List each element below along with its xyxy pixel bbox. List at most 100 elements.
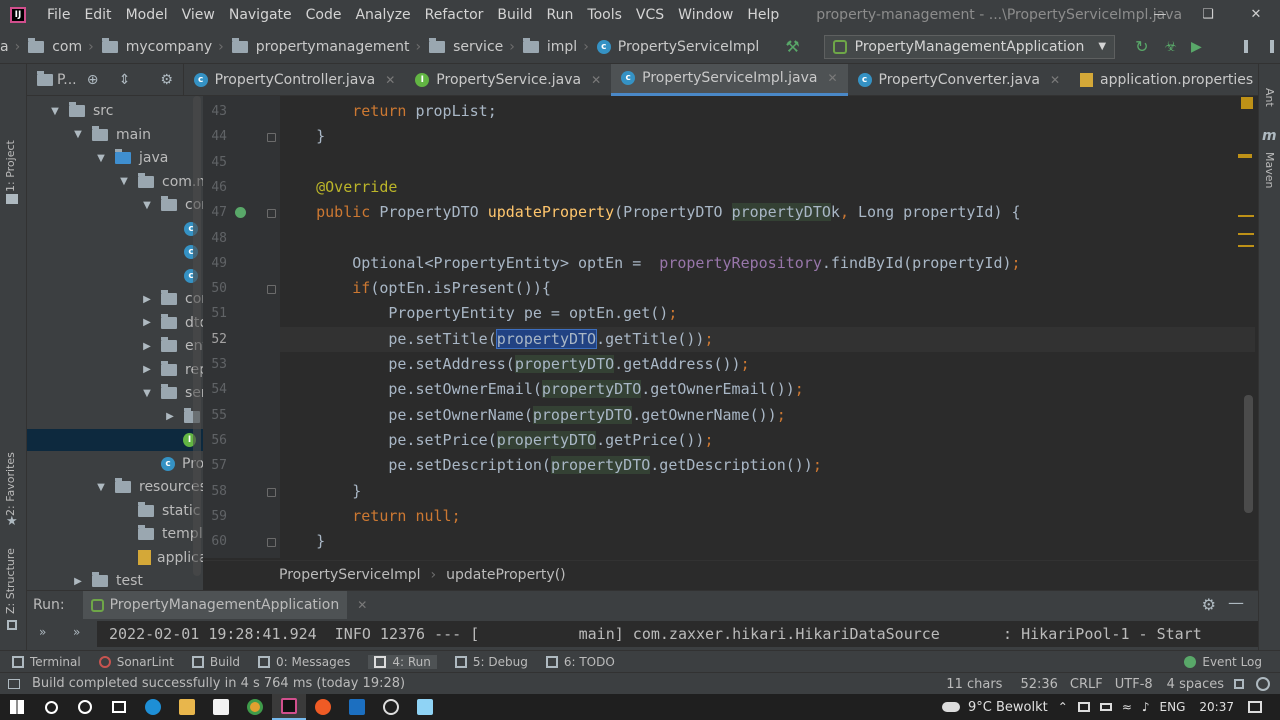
line-number[interactable]: 59 (203, 509, 227, 524)
github-desktop-icon[interactable] (374, 694, 408, 720)
close-tab-icon[interactable]: ✕ (827, 71, 837, 85)
event-log-button[interactable]: Event Log (1184, 655, 1262, 669)
code-line[interactable]: PropertyEntity pe = optEn.get(); (280, 301, 1255, 326)
hide-panel-icon[interactable]: — (1228, 593, 1244, 612)
tool-window-button[interactable]: 0: Messages (258, 655, 350, 669)
notes-app-icon[interactable] (408, 694, 442, 720)
chevron-down-icon[interactable]: ▼ (118, 176, 130, 187)
console-output[interactable]: 2022-02-01 19:28:41.924 INFO 12376 --- [… (97, 621, 1258, 647)
task-view-icon[interactable] (102, 694, 136, 720)
nav-crumb[interactable]: a › (0, 39, 28, 55)
line-number[interactable]: 43 (203, 104, 227, 119)
tool-window-button[interactable]: Terminal (12, 655, 81, 669)
line-number[interactable]: 54 (203, 382, 227, 397)
cortana-icon[interactable] (68, 694, 102, 720)
line-number[interactable]: 44 (203, 129, 227, 144)
project-tool-icon[interactable] (6, 194, 18, 204)
chevron-right-icon[interactable]: ▶ (141, 317, 153, 328)
menu-item[interactable]: Edit (77, 7, 118, 23)
photos-icon[interactable] (340, 694, 374, 720)
fold-marker-icon[interactable] (267, 538, 276, 548)
line-number[interactable]: 60 (203, 534, 227, 549)
editor-tab[interactable]: c PropertyController.java ✕ (184, 64, 406, 96)
coverage-icon[interactable]: ▶ (1191, 39, 1202, 55)
code-line[interactable]: } (280, 529, 1255, 554)
menu-item[interactable]: Run (540, 7, 581, 23)
chevron-right-icon[interactable]: ▶ (141, 341, 153, 352)
tree-item[interactable]: static (118, 500, 200, 522)
chevron-down-icon[interactable]: ▼ (95, 482, 107, 493)
breadcrumb-method[interactable]: updateProperty() (446, 567, 566, 583)
tool-window-button[interactable]: Build (191, 655, 240, 669)
intellij-taskbar-icon[interactable] (272, 694, 306, 720)
fold-marker-icon[interactable] (267, 285, 276, 295)
line-number[interactable]: 47 (203, 205, 227, 220)
code-line[interactable]: pe.setAddress(propertyDTO.getAddress()); (280, 352, 1255, 377)
editor-tab[interactable]: application.properties✕ (1070, 64, 1280, 96)
file-encoding[interactable]: UTF-8 (1115, 677, 1153, 692)
fold-marker-icon[interactable] (267, 487, 276, 497)
code-line[interactable]: pe.setOwnerEmail(propertyDTO.getOwnerEma… (280, 377, 1255, 402)
tool-window-button[interactable]: 5: Debug (454, 655, 528, 669)
close-tab-icon[interactable]: ✕ (385, 73, 395, 87)
debug-bug-icon[interactable]: ☣ (1164, 39, 1177, 55)
breadcrumb-class[interactable]: PropertyServiceImpl (279, 567, 421, 583)
tool-window-button[interactable]: 4: Run (368, 654, 437, 669)
menu-item[interactable]: Code (299, 7, 349, 23)
clock-time[interactable]: 20:37 (1199, 700, 1234, 714)
inspector-face-icon[interactable] (1256, 677, 1270, 691)
chevron-down-icon[interactable]: ▼ (72, 129, 84, 140)
line-number[interactable]: 46 (203, 180, 227, 195)
override-method-icon[interactable] (235, 207, 246, 219)
run-tab[interactable]: PropertyManagementApplication (82, 591, 348, 619)
nav-crumb[interactable]: service › (429, 37, 523, 55)
rerun-icon[interactable]: ↻ (1135, 38, 1148, 55)
presentation-icon[interactable] (1269, 40, 1274, 53)
chevron-up-icon[interactable]: ⌃ (1058, 700, 1068, 714)
code-line[interactable]: @Override (280, 175, 1255, 200)
menu-item[interactable]: Build (490, 7, 539, 23)
editor-scrollbar[interactable] (1244, 395, 1253, 513)
star-icon[interactable]: ★ (6, 514, 18, 529)
line-number[interactable]: 50 (203, 281, 227, 296)
close-window-icon[interactable]: ✕ (1232, 0, 1280, 30)
code-line[interactable]: return propList; (280, 99, 1255, 124)
chevron-down-icon[interactable]: ▼ (141, 200, 153, 211)
ant-tool-tab[interactable]: Ant (1263, 88, 1276, 107)
nav-crumb[interactable]: com › (28, 37, 102, 55)
menu-item[interactable]: Refactor (418, 7, 491, 23)
tree-item[interactable]: ▼ src (49, 100, 113, 122)
tree-item[interactable]: applica (118, 547, 203, 569)
tree-item[interactable]: ▼ resources (95, 476, 203, 498)
code-line[interactable]: public PropertyDTO updateProperty(Proper… (280, 200, 1255, 225)
code-line[interactable]: pe.setDescription(propertyDTO.getDescrip… (280, 453, 1255, 478)
chevron-right-icon[interactable]: ▶ (141, 294, 153, 305)
search-icon[interactable] (34, 694, 68, 720)
code-editor[interactable]: return propList; } @Override public Prop… (280, 96, 1255, 558)
selection-chars[interactable]: 11 chars (946, 677, 1002, 692)
warning-marker[interactable] (1238, 215, 1254, 217)
line-number[interactable]: 55 (203, 408, 227, 423)
line-number[interactable]: 51 (203, 306, 227, 321)
project-scrollbar[interactable] (193, 96, 201, 576)
line-separator[interactable]: CRLF (1070, 677, 1103, 692)
code-line[interactable] (280, 226, 1255, 251)
chevron-down-icon[interactable]: ▼ (141, 388, 153, 399)
code-line[interactable]: } (280, 124, 1255, 149)
menu-item[interactable]: Tools (580, 7, 629, 23)
fold-marker-icon[interactable] (267, 133, 276, 143)
editor-tab[interactable]: c PropertyServiceImpl.java ✕ (611, 63, 848, 96)
volume-icon[interactable]: ♪ (1142, 700, 1150, 714)
status-message[interactable]: Build completed successfully in 4 s 764 … (32, 676, 405, 691)
nav-crumb-class[interactable]: c PropertyServiceImpl (596, 39, 759, 55)
battery-icon[interactable] (1099, 703, 1112, 711)
run-configuration-select[interactable]: PropertyManagementApplication ▼ (823, 34, 1116, 59)
warning-marker[interactable] (1238, 233, 1254, 235)
language-indicator[interactable]: ENG (1160, 700, 1186, 714)
caret-position[interactable]: 52:36 (1020, 677, 1057, 692)
line-number[interactable]: 56 (203, 433, 227, 448)
nav-crumb[interactable]: mycompany › (101, 37, 232, 55)
line-number[interactable]: 53 (203, 357, 227, 372)
warning-marker[interactable] (1238, 154, 1252, 158)
structure-icon[interactable] (7, 620, 17, 630)
